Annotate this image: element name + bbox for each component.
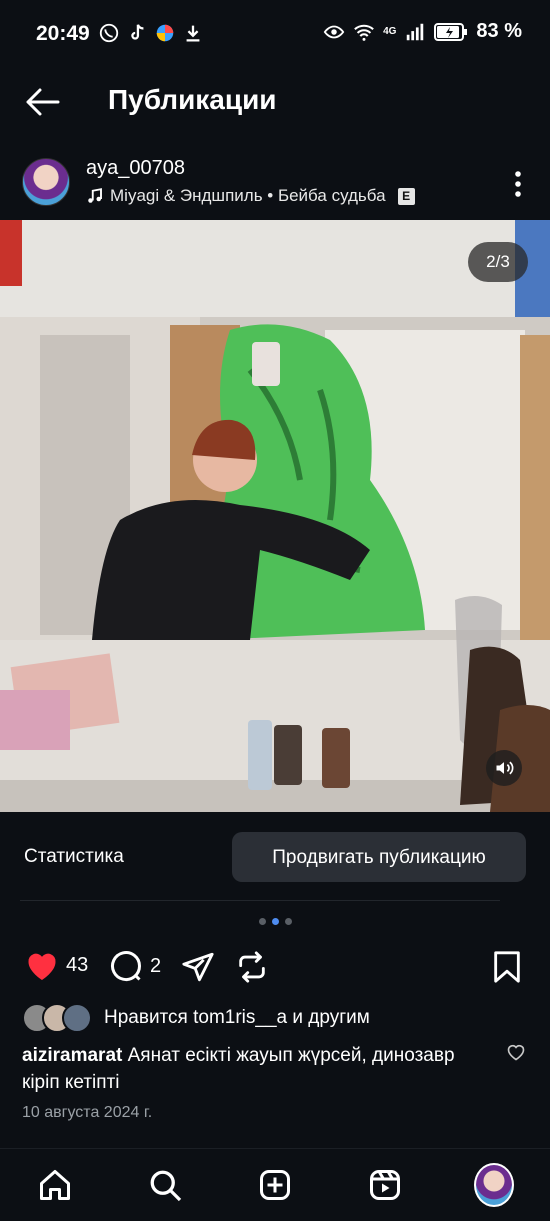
liker-avatar bbox=[62, 1003, 92, 1033]
bottom-nav bbox=[0, 1148, 550, 1221]
post-username[interactable]: aya_00708 bbox=[86, 157, 185, 180]
comment-icon[interactable] bbox=[108, 948, 144, 984]
whatsapp-icon bbox=[99, 23, 119, 43]
divider bbox=[20, 900, 500, 901]
screen: 20:49 4G 83 % Публикации aya_00708 Miyag… bbox=[0, 0, 550, 1221]
eye-icon bbox=[323, 25, 345, 38]
wifi-icon bbox=[354, 24, 374, 41]
send-icon[interactable] bbox=[180, 950, 216, 984]
battery-percent: 83 % bbox=[476, 20, 522, 42]
likes-summary[interactable]: Нравится tom1ris__a и другим bbox=[104, 1007, 370, 1029]
repost-icon[interactable] bbox=[234, 950, 270, 984]
reels-icon bbox=[370, 1170, 400, 1200]
create-icon bbox=[260, 1170, 290, 1200]
comment-action[interactable]: 2 bbox=[108, 948, 161, 984]
tiktok-icon bbox=[131, 24, 144, 40]
comments-count[interactable]: 2 bbox=[150, 955, 161, 978]
page-title: Публикации bbox=[108, 84, 277, 115]
top-bar: Публикации bbox=[0, 64, 550, 138]
liked-by-row[interactable]: Нравится tom1ris__a и другим bbox=[22, 1003, 370, 1033]
music-note-icon bbox=[88, 188, 102, 203]
home-icon bbox=[40, 1170, 70, 1200]
music-info[interactable]: Miyagi & Эндшпиль • Бейба судьба E bbox=[86, 186, 415, 206]
heart-filled-icon[interactable] bbox=[24, 948, 60, 982]
post-photo[interactable]: 2/3 bbox=[0, 220, 550, 812]
nav-home[interactable] bbox=[35, 1165, 75, 1205]
post-date: 10 августа 2024 г. bbox=[22, 1104, 153, 1121]
profile-avatar bbox=[474, 1163, 514, 1207]
nav-create[interactable] bbox=[255, 1165, 295, 1205]
download-icon bbox=[186, 25, 200, 42]
nav-reels[interactable] bbox=[365, 1165, 405, 1205]
photo-image bbox=[0, 220, 550, 812]
app-icon bbox=[156, 24, 174, 42]
carousel-page-indicator: 2/3 bbox=[468, 242, 528, 282]
explicit-badge: E bbox=[397, 187, 415, 205]
music-title: Miyagi & Эндшпиль • Бейба судьба bbox=[110, 186, 386, 205]
nav-profile[interactable] bbox=[474, 1163, 514, 1207]
like-action[interactable]: 43 bbox=[24, 948, 88, 982]
caption-author[interactable]: aiziramarat bbox=[22, 1045, 122, 1066]
volume-icon bbox=[496, 761, 514, 775]
battery-icon bbox=[434, 22, 468, 41]
more-vertical-icon[interactable] bbox=[508, 166, 528, 202]
notification-icons bbox=[98, 22, 204, 44]
carousel-dot-active bbox=[271, 918, 279, 925]
signal-icon bbox=[407, 23, 424, 40]
promote-post-button[interactable]: Продвигать публикацию bbox=[232, 832, 526, 882]
sound-toggle[interactable] bbox=[486, 750, 522, 786]
carousel-dot bbox=[258, 918, 266, 925]
statistics-link[interactable]: Статистика bbox=[24, 846, 124, 868]
arrow-left-icon[interactable] bbox=[22, 82, 62, 122]
post-header: aya_00708 Miyagi & Эндшпиль • Бейба судь… bbox=[0, 150, 550, 218]
post-actions: 43 2 bbox=[0, 944, 550, 992]
network-type: 4G bbox=[383, 26, 397, 37]
bookmark-icon[interactable] bbox=[492, 950, 522, 984]
status-bar: 20:49 4G 83 % bbox=[0, 0, 550, 64]
carousel-dot bbox=[284, 918, 292, 925]
search-icon bbox=[150, 1170, 182, 1202]
avatar[interactable] bbox=[22, 158, 70, 206]
post-caption: aiziramarat Аянат есікті жауып жүрсей, д… bbox=[22, 1042, 462, 1096]
system-icons: 4G 83 % bbox=[323, 20, 522, 43]
caption-like-icon[interactable] bbox=[506, 1042, 526, 1062]
likes-count[interactable]: 43 bbox=[66, 954, 88, 977]
status-time: 20:49 bbox=[36, 22, 90, 45]
insights-row: Статистика Продвигать публикацию bbox=[0, 826, 550, 890]
carousel-dots bbox=[0, 918, 550, 925]
nav-search[interactable] bbox=[145, 1165, 185, 1205]
